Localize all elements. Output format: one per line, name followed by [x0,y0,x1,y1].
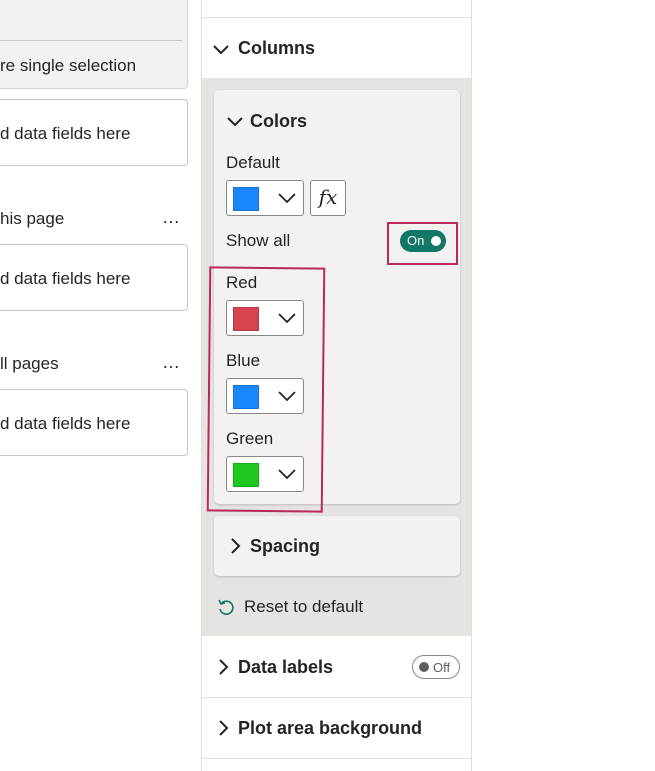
data-labels-title: Data labels [238,657,334,677]
chevron-down-icon [227,117,243,127]
all-pages-more-options-button[interactable]: … [162,352,181,373]
chevron-right-icon [219,720,229,736]
require-single-selection-option[interactable]: re single selection [0,56,136,76]
selection-divider [0,40,182,41]
columns-section-header[interactable]: Columns [202,18,471,78]
reset-to-default-button[interactable]: Reset to default [214,594,414,620]
show-all-highlight-box [387,222,458,265]
data-labels-toggle-label: Off [433,660,451,675]
data-labels-section-header[interactable]: Data labels Off [202,637,471,697]
page-filters-section-label: his page [0,209,65,228]
default-color-picker[interactable] [226,180,304,216]
reset-icon [218,599,234,615]
series-colors-highlight-box [206,266,326,513]
page-filters-more-options-button[interactable]: … [162,207,181,228]
chevron-right-icon [219,659,229,675]
chevron-right-icon [231,538,241,554]
spacing-card[interactable]: Spacing [214,516,460,576]
colors-card-header[interactable]: Colors [214,90,460,146]
section-divider [202,758,471,759]
plot-area-background-section-header[interactable]: Plot area background [202,698,471,758]
visual-filters-drop-text: d data fields here [0,124,131,143]
reset-to-default-label: Reset to default [244,597,364,616]
default-color-swatch [233,187,259,211]
default-color-label: Default [226,153,280,172]
colors-card-title: Colors [250,111,308,131]
plot-area-background-title: Plot area background [238,718,423,738]
chevron-down-icon [278,193,296,204]
all-pages-drop-text: d data fields here [0,414,131,433]
filters-pane: re single selection d data fields here h… [0,0,201,771]
all-pages-section-label: ll pages [0,354,59,373]
page-filters-drop-text: d data fields here [0,269,131,288]
chevron-down-icon [213,45,229,55]
conditional-formatting-fx-button[interactable]: fx [310,180,346,216]
columns-section-title: Columns [238,38,316,58]
show-all-label: Show all [226,231,291,250]
data-labels-toggle[interactable]: Off [412,655,460,679]
spacing-card-title: Spacing [250,536,321,556]
toggle-knob [419,662,429,672]
